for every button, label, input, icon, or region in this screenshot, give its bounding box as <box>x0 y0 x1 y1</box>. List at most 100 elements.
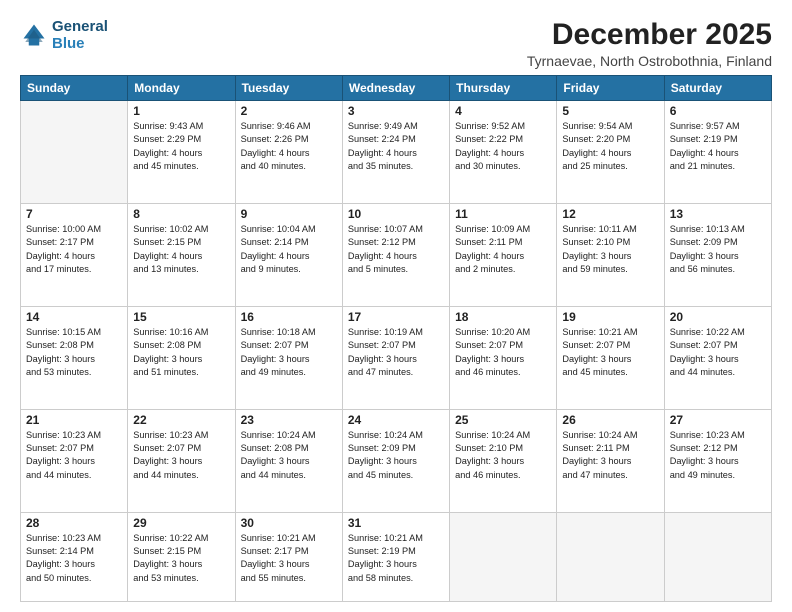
logo-text: General Blue <box>52 18 108 53</box>
day-number: 18 <box>455 310 551 324</box>
day-info: Sunrise: 10:15 AMSunset: 2:08 PMDaylight… <box>26 326 122 379</box>
day-number: 31 <box>348 516 444 530</box>
day-info: Sunrise: 10:23 AMSunset: 2:07 PMDaylight… <box>26 429 122 482</box>
calendar-cell: 7Sunrise: 10:00 AMSunset: 2:17 PMDayligh… <box>21 203 128 306</box>
calendar-row-2: 7Sunrise: 10:00 AMSunset: 2:17 PMDayligh… <box>21 203 772 306</box>
calendar-cell: 5 Sunrise: 9:54 AMSunset: 2:20 PMDaylight… <box>557 101 664 204</box>
day-number: 26 <box>562 413 658 427</box>
day-info: Sunrise: 10:19 AMSunset: 2:07 PMDaylight… <box>348 326 444 379</box>
day-info: Sunrise: 10:22 AMSunset: 2:07 PMDaylight… <box>670 326 766 379</box>
calendar-cell: 27 Sunrise: 10:23 AMSunset: 2:12 PMDaylig… <box>664 409 771 512</box>
day-info: Sunrise: 9:54 AMSunset: 2:20 PMDaylight:… <box>562 120 658 173</box>
col-header-thursday: Thursday <box>450 76 557 101</box>
day-number: 5 <box>562 104 658 118</box>
day-info: Sunrise: 9:43 AMSunset: 2:29 PMDaylight:… <box>133 120 229 173</box>
day-number: 25 <box>455 413 551 427</box>
calendar-cell: 26 Sunrise: 10:24 AMSunset: 2:11 PMDaylig… <box>557 409 664 512</box>
day-info: Sunrise: 10:23 AMSunset: 2:14 PMDaylight… <box>26 532 122 585</box>
day-number: 4 <box>455 104 551 118</box>
day-info: Sunrise: 10:11 AMSunset: 2:10 PMDaylight… <box>562 223 658 276</box>
calendar-cell <box>664 512 771 601</box>
main-title: December 2025 <box>527 18 772 51</box>
day-number: 10 <box>348 207 444 221</box>
day-info: Sunrise: 10:02 AMSunset: 2:15 PMDaylight… <box>133 223 229 276</box>
col-header-friday: Friday <box>557 76 664 101</box>
day-info: Sunrise: 10:04 AMSunset: 2:14 PMDaylight… <box>241 223 337 276</box>
day-number: 27 <box>670 413 766 427</box>
calendar-cell: 16 Sunrise: 10:18 AMSunset: 2:07 PMDaylig… <box>235 306 342 409</box>
day-info: Sunrise: 10:24 AMSunset: 2:08 PMDaylight… <box>241 429 337 482</box>
calendar-cell: 15 Sunrise: 10:16 AMSunset: 2:08 PMDaylig… <box>128 306 235 409</box>
day-info: Sunrise: 10:22 AMSunset: 2:15 PMDaylight… <box>133 532 229 585</box>
logo-icon <box>20 21 48 49</box>
day-number: 15 <box>133 310 229 324</box>
calendar-cell: 4 Sunrise: 9:52 AMSunset: 2:22 PMDaylight… <box>450 101 557 204</box>
calendar-cell: 23 Sunrise: 10:24 AMSunset: 2:08 PMDaylig… <box>235 409 342 512</box>
calendar-cell: 11Sunrise: 10:09 AMSunset: 2:11 PMDaylig… <box>450 203 557 306</box>
page: General Blue December 2025 Tyrnaevae, No… <box>0 0 792 612</box>
day-number: 16 <box>241 310 337 324</box>
calendar-cell: 22 Sunrise: 10:23 AMSunset: 2:07 PMDaylig… <box>128 409 235 512</box>
day-number: 14 <box>26 310 122 324</box>
day-info: Sunrise: 10:13 AMSunset: 2:09 PMDaylight… <box>670 223 766 276</box>
day-info: Sunrise: 9:49 AMSunset: 2:24 PMDaylight:… <box>348 120 444 173</box>
calendar-cell <box>21 101 128 204</box>
day-info: Sunrise: 10:21 AMSunset: 2:07 PMDaylight… <box>562 326 658 379</box>
calendar-cell: 12Sunrise: 10:11 AMSunset: 2:10 PMDaylig… <box>557 203 664 306</box>
calendar-cell: 1 Sunrise: 9:43 AMSunset: 2:29 PMDaylight… <box>128 101 235 204</box>
calendar-header-row: SundayMondayTuesdayWednesdayThursdayFrid… <box>21 76 772 101</box>
day-number: 30 <box>241 516 337 530</box>
day-number: 29 <box>133 516 229 530</box>
day-number: 28 <box>26 516 122 530</box>
calendar-cell: 9 Sunrise: 10:04 AMSunset: 2:14 PMDayligh… <box>235 203 342 306</box>
calendar-cell: 18 Sunrise: 10:20 AMSunset: 2:07 PMDaylig… <box>450 306 557 409</box>
day-info: Sunrise: 10:21 AMSunset: 2:19 PMDaylight… <box>348 532 444 585</box>
calendar: SundayMondayTuesdayWednesdayThursdayFrid… <box>20 75 772 602</box>
subtitle: Tyrnaevae, North Ostrobothnia, Finland <box>527 53 772 69</box>
day-info: Sunrise: 10:18 AMSunset: 2:07 PMDaylight… <box>241 326 337 379</box>
day-info: Sunrise: 10:23 AMSunset: 2:07 PMDaylight… <box>133 429 229 482</box>
day-info: Sunrise: 10:24 AMSunset: 2:10 PMDaylight… <box>455 429 551 482</box>
logo: General Blue <box>20 18 108 53</box>
day-info: Sunrise: 10:21 AMSunset: 2:17 PMDaylight… <box>241 532 337 585</box>
day-number: 21 <box>26 413 122 427</box>
day-number: 7 <box>26 207 122 221</box>
calendar-row-4: 21 Sunrise: 10:23 AMSunset: 2:07 PMDaylig… <box>21 409 772 512</box>
col-header-monday: Monday <box>128 76 235 101</box>
day-number: 13 <box>670 207 766 221</box>
day-number: 2 <box>241 104 337 118</box>
day-info: Sunrise: 10:16 AMSunset: 2:08 PMDaylight… <box>133 326 229 379</box>
calendar-cell: 2Sunrise: 9:46 AMSunset: 2:26 PMDaylight… <box>235 101 342 204</box>
day-number: 3 <box>348 104 444 118</box>
day-number: 11 <box>455 207 551 221</box>
day-info: Sunrise: 10:24 AMSunset: 2:11 PMDaylight… <box>562 429 658 482</box>
day-number: 8 <box>133 207 229 221</box>
day-number: 9 <box>241 207 337 221</box>
day-number: 6 <box>670 104 766 118</box>
day-number: 22 <box>133 413 229 427</box>
header: General Blue December 2025 Tyrnaevae, No… <box>20 18 772 69</box>
day-info: Sunrise: 10:20 AMSunset: 2:07 PMDaylight… <box>455 326 551 379</box>
calendar-row-5: 28 Sunrise: 10:23 AMSunset: 2:14 PMDaylig… <box>21 512 772 601</box>
calendar-cell: 3 Sunrise: 9:49 AMSunset: 2:24 PMDaylight… <box>342 101 449 204</box>
day-info: Sunrise: 10:07 AMSunset: 2:12 PMDaylight… <box>348 223 444 276</box>
calendar-cell: 28 Sunrise: 10:23 AMSunset: 2:14 PMDaylig… <box>21 512 128 601</box>
col-header-wednesday: Wednesday <box>342 76 449 101</box>
calendar-row-3: 14 Sunrise: 10:15 AMSunset: 2:08 PMDaylig… <box>21 306 772 409</box>
calendar-cell: 25 Sunrise: 10:24 AMSunset: 2:10 PMDaylig… <box>450 409 557 512</box>
calendar-cell: 14 Sunrise: 10:15 AMSunset: 2:08 PMDaylig… <box>21 306 128 409</box>
calendar-cell <box>557 512 664 601</box>
day-info: Sunrise: 10:23 AMSunset: 2:12 PMDaylight… <box>670 429 766 482</box>
calendar-cell: 17 Sunrise: 10:19 AMSunset: 2:07 PMDaylig… <box>342 306 449 409</box>
calendar-cell: 21 Sunrise: 10:23 AMSunset: 2:07 PMDaylig… <box>21 409 128 512</box>
calendar-row-1: 1 Sunrise: 9:43 AMSunset: 2:29 PMDaylight… <box>21 101 772 204</box>
day-number: 1 <box>133 104 229 118</box>
day-number: 23 <box>241 413 337 427</box>
day-info: Sunrise: 9:52 AMSunset: 2:22 PMDaylight:… <box>455 120 551 173</box>
calendar-cell: 19 Sunrise: 10:21 AMSunset: 2:07 PMDaylig… <box>557 306 664 409</box>
day-number: 17 <box>348 310 444 324</box>
day-info: Sunrise: 9:57 AMSunset: 2:19 PMDaylight:… <box>670 120 766 173</box>
logo-line2: Blue <box>52 35 108 52</box>
calendar-cell: 30 Sunrise: 10:21 AMSunset: 2:17 PMDaylig… <box>235 512 342 601</box>
day-number: 19 <box>562 310 658 324</box>
